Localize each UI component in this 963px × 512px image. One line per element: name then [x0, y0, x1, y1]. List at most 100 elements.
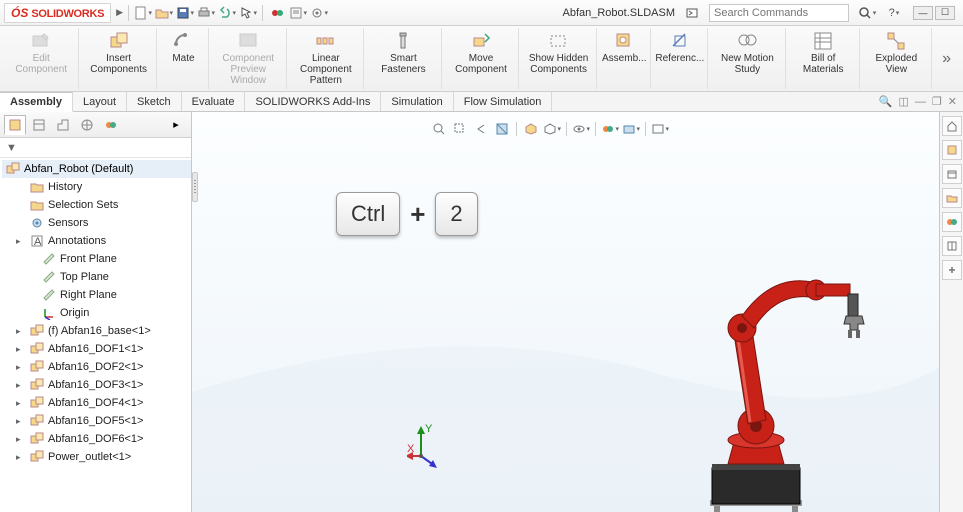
- section-view-icon[interactable]: [493, 120, 511, 138]
- zoom-fit-icon[interactable]: [430, 120, 448, 138]
- rebuild-button[interactable]: [268, 4, 286, 22]
- tp-resources-icon[interactable]: [942, 140, 962, 160]
- tree-item[interactable]: ▸Abfan16_DOF5<1>: [2, 412, 191, 430]
- tp-home-icon[interactable]: [942, 116, 962, 136]
- doc-search-icon[interactable]: 🔍: [879, 95, 893, 108]
- new-doc-button[interactable]: [134, 4, 152, 22]
- expand-icon[interactable]: ▸: [16, 362, 26, 373]
- tp-appearances-icon[interactable]: [942, 236, 962, 256]
- doc-close-icon[interactable]: ✕: [948, 95, 957, 108]
- command-search[interactable]: [709, 4, 849, 22]
- tab-sketch[interactable]: Sketch: [127, 92, 182, 111]
- save-button[interactable]: [176, 4, 194, 22]
- tp-design-library-icon[interactable]: [942, 164, 962, 184]
- view-settings-icon[interactable]: [651, 120, 669, 138]
- settings-button[interactable]: [310, 4, 328, 22]
- fm-tab-display[interactable]: [100, 115, 122, 135]
- select-button[interactable]: [239, 4, 257, 22]
- tab-addins[interactable]: SOLIDWORKS Add-Ins: [245, 92, 381, 111]
- expand-icon[interactable]: ▸: [16, 452, 26, 463]
- graphics-viewport[interactable]: Y X: [192, 112, 939, 512]
- zoom-area-icon[interactable]: [451, 120, 469, 138]
- tree-item[interactable]: ▸ Abfan16_DOF3<1>: [2, 376, 191, 394]
- orientation-triad[interactable]: Y X: [407, 422, 453, 468]
- fm-tab-property[interactable]: [28, 115, 50, 135]
- file-options-button[interactable]: [289, 4, 307, 22]
- robot-model[interactable]: [662, 254, 892, 512]
- window-restore-button[interactable]: ☐: [935, 6, 955, 20]
- ribbon-overflow-icon[interactable]: »: [934, 50, 959, 68]
- search-cmd-icon[interactable]: [683, 4, 701, 22]
- tree-item[interactable]: Origin: [2, 304, 191, 322]
- ribbon-mate[interactable]: Mate: [159, 28, 209, 89]
- doc-minimize-icon[interactable]: —: [915, 96, 926, 108]
- help-button[interactable]: ?: [885, 4, 903, 22]
- ribbon-reference-geometry[interactable]: Referenc...: [653, 28, 709, 89]
- expand-icon[interactable]: ▸: [16, 398, 26, 409]
- search-go-button[interactable]: [857, 4, 877, 22]
- tp-view-palette-icon[interactable]: [942, 212, 962, 232]
- undo-button[interactable]: [218, 4, 236, 22]
- ribbon-edit-component[interactable]: Edit Component: [4, 28, 79, 89]
- ribbon-bom[interactable]: Bill of Materials: [788, 28, 860, 89]
- tp-file-explorer-icon[interactable]: [942, 188, 962, 208]
- menu-flyout-icon[interactable]: ▶: [116, 7, 123, 18]
- tree-item[interactable]: ▸Abfan16_DOF4<1>: [2, 394, 191, 412]
- tree-item[interactable]: ▸Abfan16_DOF6<1>: [2, 430, 191, 448]
- doc-restore-icon[interactable]: ❐: [932, 95, 942, 108]
- tree-root[interactable]: Abfan_Robot (Default): [2, 160, 191, 178]
- doc-split-icon[interactable]: ◫: [899, 95, 909, 108]
- ribbon-insert-components[interactable]: Insert Components: [81, 28, 157, 89]
- tab-assembly[interactable]: Assembly: [0, 92, 73, 112]
- print-button[interactable]: [197, 4, 215, 22]
- expand-icon[interactable]: ▸: [16, 434, 26, 445]
- tree-item[interactable]: ▸Power_outlet<1>: [2, 448, 191, 466]
- folder-icon: [30, 180, 44, 194]
- ribbon-assembly-features[interactable]: Assemb...: [599, 28, 651, 89]
- tree-item[interactable]: ▸Abfan16_DOF2<1>: [2, 358, 191, 376]
- hide-show-icon[interactable]: [572, 120, 590, 138]
- tree-item[interactable]: History: [2, 178, 191, 196]
- expand-icon[interactable]: ▸: [16, 344, 26, 355]
- tab-simulation[interactable]: Simulation: [381, 92, 453, 111]
- view-orientation-icon[interactable]: [522, 120, 540, 138]
- fm-tab-more-icon[interactable]: ▸: [165, 115, 187, 135]
- tree-item[interactable]: ▸(f) Abfan16_base<1>: [2, 322, 191, 340]
- apply-scene-icon[interactable]: [622, 120, 640, 138]
- tab-layout[interactable]: Layout: [73, 92, 127, 111]
- ribbon-exploded-view[interactable]: Exploded View: [862, 28, 932, 89]
- window-minimize-button[interactable]: —: [913, 6, 933, 20]
- tree-item[interactable]: ▸Abfan16_DOF1<1>: [2, 340, 191, 358]
- expand-icon[interactable]: ▸: [16, 236, 26, 247]
- ribbon-smart-fasteners[interactable]: Smart Fasteners: [366, 28, 442, 89]
- ribbon-move-component[interactable]: Move Component: [444, 28, 520, 89]
- fm-tab-tree[interactable]: [4, 115, 26, 135]
- expand-icon[interactable]: ▸: [16, 380, 26, 391]
- tree-item-label: Abfan16_DOF3<1>: [48, 379, 143, 391]
- tp-custom-props-icon[interactable]: [942, 260, 962, 280]
- ribbon-new-motion-study[interactable]: New Motion Study: [710, 28, 786, 89]
- tab-flow-simulation[interactable]: Flow Simulation: [454, 92, 553, 111]
- ribbon-component-preview[interactable]: Component Preview Window: [211, 28, 287, 89]
- feature-filter[interactable]: ▼: [0, 138, 191, 158]
- panel-splitter[interactable]: [192, 172, 198, 202]
- expand-icon[interactable]: ▸: [16, 416, 26, 427]
- prev-view-icon[interactable]: [472, 120, 490, 138]
- tab-evaluate[interactable]: Evaluate: [182, 92, 246, 111]
- feature-tree[interactable]: Abfan_Robot (Default) HistorySelection S…: [0, 158, 191, 512]
- display-style-icon[interactable]: [543, 120, 561, 138]
- tree-item[interactable]: Selection Sets: [2, 196, 191, 214]
- tree-item[interactable]: Sensors: [2, 214, 191, 232]
- open-doc-button[interactable]: [155, 4, 173, 22]
- command-search-input[interactable]: [714, 7, 844, 19]
- tree-item[interactable]: Right Plane: [2, 286, 191, 304]
- edit-appearance-icon[interactable]: [601, 120, 619, 138]
- tree-item[interactable]: ▸AAnnotations: [2, 232, 191, 250]
- ribbon-linear-pattern[interactable]: Linear Component Pattern: [289, 28, 365, 89]
- fm-tab-dim[interactable]: [76, 115, 98, 135]
- tree-item[interactable]: Front Plane: [2, 250, 191, 268]
- expand-icon[interactable]: ▸: [16, 326, 26, 337]
- fm-tab-config[interactable]: [52, 115, 74, 135]
- tree-item[interactable]: Top Plane: [2, 268, 191, 286]
- ribbon-show-hidden[interactable]: Show Hidden Components: [521, 28, 597, 89]
